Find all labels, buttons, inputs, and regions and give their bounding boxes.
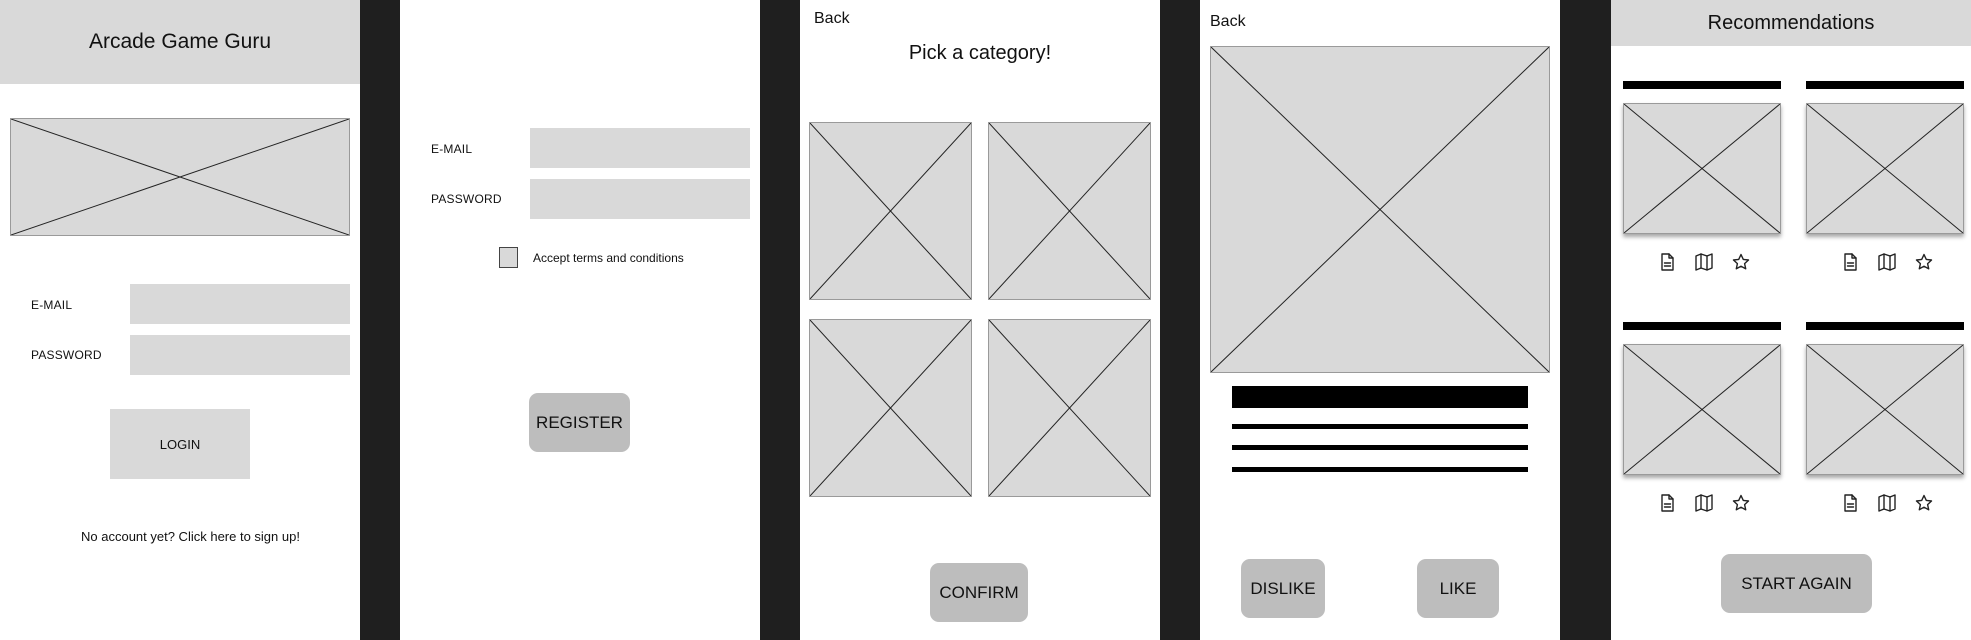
email-field[interactable] xyxy=(530,128,750,168)
password-field[interactable] xyxy=(530,179,750,219)
start-again-button[interactable]: START AGAIN xyxy=(1721,554,1872,613)
terms-label: Accept terms and conditions xyxy=(533,251,684,265)
map-icon[interactable] xyxy=(1694,252,1714,272)
header: Recommendations xyxy=(1611,0,1971,46)
card-title-bar xyxy=(1806,322,1964,330)
map-icon[interactable] xyxy=(1694,493,1714,513)
recommendations-screen: Recommendations START AGAIN xyxy=(1611,0,1971,640)
card-title-bar xyxy=(1623,322,1781,330)
login-button[interactable]: LOGIN xyxy=(110,409,250,479)
game-card-image[interactable] xyxy=(1806,344,1964,475)
category-tile[interactable] xyxy=(988,122,1151,300)
back-link[interactable]: Back xyxy=(814,10,850,28)
like-button[interactable]: LIKE xyxy=(1417,559,1499,618)
signup-link[interactable]: No account yet? Click here to sign up! xyxy=(81,529,300,544)
description-line xyxy=(1232,445,1528,450)
register-button[interactable]: REGISTER xyxy=(529,393,630,452)
email-label: E-MAIL xyxy=(431,142,473,156)
register-button-label: REGISTER xyxy=(536,412,623,432)
terms-checkbox[interactable] xyxy=(499,247,518,268)
game-title-bar xyxy=(1232,386,1528,408)
confirm-button-label: CONFIRM xyxy=(939,582,1019,602)
document-icon[interactable] xyxy=(1657,493,1677,513)
dislike-button[interactable]: DISLIKE xyxy=(1241,559,1325,618)
star-icon[interactable] xyxy=(1731,493,1751,513)
game-detail-screen: Back DISLIKE LIKE xyxy=(1200,0,1560,640)
document-icon[interactable] xyxy=(1657,252,1677,272)
category-screen: Back Pick a category! CONFIRM xyxy=(800,0,1160,640)
start-again-button-label: START AGAIN xyxy=(1741,573,1852,593)
map-icon[interactable] xyxy=(1877,493,1897,513)
game-card-image[interactable] xyxy=(1623,344,1781,475)
page-title: Pick a category! xyxy=(908,42,1052,64)
category-tile[interactable] xyxy=(809,319,972,497)
dislike-button-label: DISLIKE xyxy=(1250,578,1316,598)
login-screen: Arcade Game Guru E-MAIL PASSWORD LOGIN N… xyxy=(0,0,360,640)
description-line xyxy=(1232,467,1528,472)
register-screen: E-MAIL PASSWORD Accept terms and conditi… xyxy=(400,0,760,640)
game-card-image[interactable] xyxy=(1806,103,1964,234)
email-label: E-MAIL xyxy=(31,298,73,312)
document-icon[interactable] xyxy=(1840,493,1860,513)
category-tile[interactable] xyxy=(809,122,972,300)
login-button-label: LOGIN xyxy=(159,436,201,452)
category-tile[interactable] xyxy=(988,319,1151,497)
hero-image-placeholder xyxy=(10,118,350,236)
game-image-placeholder xyxy=(1210,46,1550,373)
like-button-label: LIKE xyxy=(1439,578,1477,598)
card-title-bar xyxy=(1623,81,1781,89)
star-icon[interactable] xyxy=(1914,252,1934,272)
password-field[interactable] xyxy=(130,335,350,375)
description-line xyxy=(1232,424,1528,429)
game-card-image[interactable] xyxy=(1623,103,1781,234)
map-icon[interactable] xyxy=(1877,252,1897,272)
back-link[interactable]: Back xyxy=(1210,13,1246,31)
star-icon[interactable] xyxy=(1914,493,1934,513)
document-icon[interactable] xyxy=(1840,252,1860,272)
app-title: Arcade Game Guru xyxy=(88,30,272,53)
star-icon[interactable] xyxy=(1731,252,1751,272)
card-title-bar xyxy=(1806,81,1964,89)
password-label: PASSWORD xyxy=(431,192,502,206)
page-title: Recommendations xyxy=(1707,11,1875,34)
email-field[interactable] xyxy=(130,284,350,324)
header: Arcade Game Guru xyxy=(0,0,360,84)
password-label: PASSWORD xyxy=(31,348,102,362)
confirm-button[interactable]: CONFIRM xyxy=(930,563,1028,622)
